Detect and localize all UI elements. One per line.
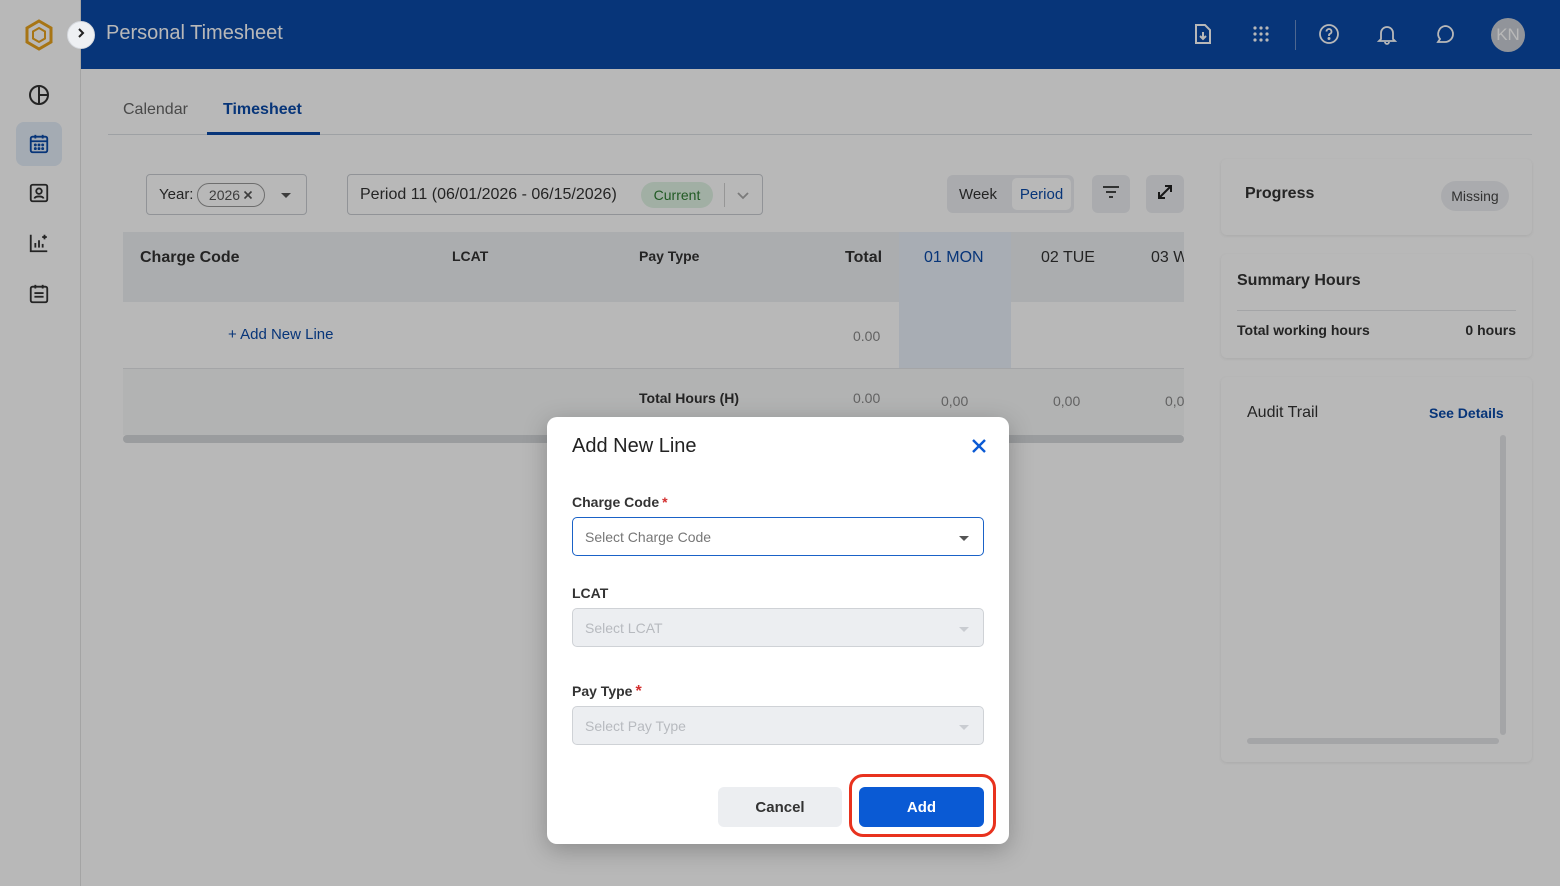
dialog-title: Add New Line bbox=[572, 435, 697, 457]
lcat-select[interactable]: Select LCAT bbox=[572, 608, 984, 647]
cancel-button[interactable]: Cancel bbox=[718, 787, 842, 827]
charge-code-placeholder: Select Charge Code bbox=[585, 529, 712, 545]
required-mark: * bbox=[662, 494, 668, 510]
pay-type-select[interactable]: Select Pay Type bbox=[572, 706, 984, 745]
lcat-placeholder: Select LCAT bbox=[585, 620, 663, 636]
sidebar-expand-button[interactable] bbox=[67, 21, 95, 49]
pay-type-placeholder: Select Pay Type bbox=[585, 718, 686, 734]
charge-code-label: Charge Code * bbox=[572, 494, 668, 510]
chevron-right-icon bbox=[75, 26, 87, 44]
required-mark: * bbox=[635, 683, 642, 700]
charge-code-select[interactable]: Select Charge Code bbox=[572, 517, 984, 556]
caret-down-icon bbox=[959, 627, 969, 632]
close-icon[interactable] bbox=[969, 436, 989, 456]
caret-down-icon bbox=[959, 536, 969, 541]
add-new-line-dialog: Add New Line Charge Code * Select Charge … bbox=[547, 417, 1009, 844]
pay-type-label: Pay Type * bbox=[572, 683, 642, 700]
caret-down-icon bbox=[959, 725, 969, 730]
add-button[interactable]: Add bbox=[859, 787, 984, 827]
lcat-label: LCAT bbox=[572, 585, 609, 601]
